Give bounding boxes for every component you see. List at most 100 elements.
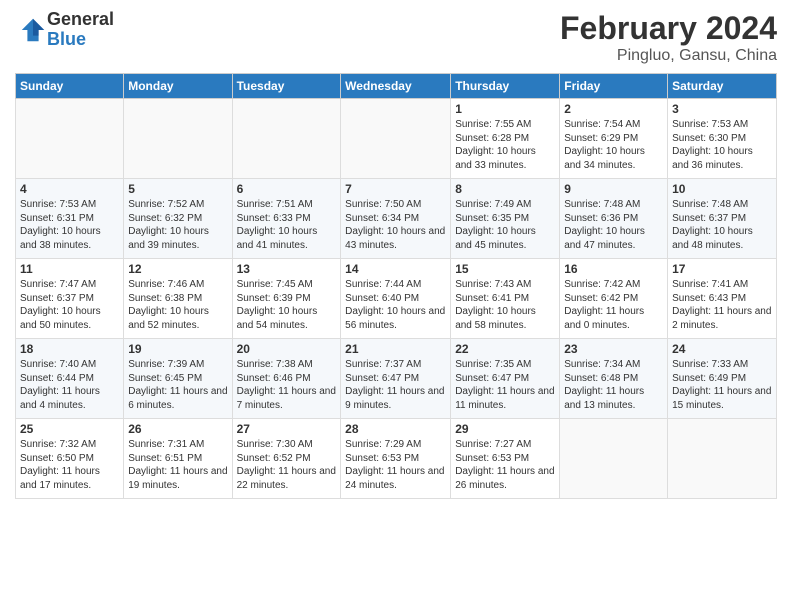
day-number: 28 [345,422,446,436]
header-wednesday: Wednesday [341,74,451,99]
table-row: 27Sunrise: 7:30 AM Sunset: 6:52 PM Dayli… [232,419,341,499]
day-info: Sunrise: 7:46 AM Sunset: 6:38 PM Dayligh… [128,278,227,332]
table-row: 11 Sunrise: 7:47 AM Sunset: 6:37 PM Dayli… [16,259,124,339]
day-number: 13 [237,262,337,276]
day-number: 21 [345,342,446,356]
sub-title: Pingluo, Gansu, China [560,47,777,65]
table-row: 1Sunrise: 7:55 AM Sunset: 6:28 PM Daylig… [451,99,560,179]
table-row: 21 Sunrise: 7:37 AM Sunset: 6:47 PM Dayli… [341,339,451,419]
table-row: 13 Sunrise: 7:45 AM Sunset: 6:39 PM Dayli… [232,259,341,339]
day-info: Sunrise: 7:51 AM Sunset: 6:33 PM Dayligh… [237,198,337,252]
calendar-week-row: 18 Sunrise: 7:40 AM Sunset: 6:44 PM Dayli… [16,339,777,419]
table-row: 22 Sunrise: 7:35 AM Sunset: 6:47 PM Dayli… [451,339,560,419]
day-info: Sunrise: 7:38 AM Sunset: 6:46 PM Dayligh… [237,358,337,412]
day-info: Sunrise: 7:45 AM Sunset: 6:39 PM Dayligh… [237,278,337,332]
table-row [560,419,668,499]
day-number: 20 [237,342,337,356]
table-row: 14Sunrise: 7:44 AM Sunset: 6:40 PM Dayli… [341,259,451,339]
day-number: 9 [564,182,663,196]
day-number: 6 [237,182,337,196]
calendar-week-row: 1Sunrise: 7:55 AM Sunset: 6:28 PM Daylig… [16,99,777,179]
day-info: Sunrise: 7:27 AM Sunset: 6:53 PM Dayligh… [455,438,555,492]
day-number: 1 [455,102,555,116]
day-number: 23 [564,342,663,356]
day-info: Sunrise: 7:34 AM Sunset: 6:48 PM Dayligh… [564,358,663,412]
day-info: Sunrise: 7:41 AM Sunset: 6:43 PM Dayligh… [672,278,772,332]
logo-text: General Blue [47,10,114,50]
logo: General Blue [15,10,114,50]
table-row [124,99,232,179]
logo-icon [19,16,47,44]
table-row: 8 Sunrise: 7:49 AM Sunset: 6:35 PM Daylig… [451,179,560,259]
table-row [232,99,341,179]
day-number: 7 [345,182,446,196]
day-info: Sunrise: 7:47 AM Sunset: 6:37 PM Dayligh… [20,278,119,332]
table-row: 25Sunrise: 7:32 AM Sunset: 6:50 PM Dayli… [16,419,124,499]
table-row: 7 Sunrise: 7:50 AM Sunset: 6:34 PM Daylig… [341,179,451,259]
day-number: 18 [20,342,119,356]
header-saturday: Saturday [668,74,777,99]
day-number: 12 [128,262,227,276]
logo-blue: Blue [47,30,114,50]
day-number: 14 [345,262,446,276]
day-info: Sunrise: 7:48 AM Sunset: 6:36 PM Dayligh… [564,198,663,252]
table-row: 20 Sunrise: 7:38 AM Sunset: 6:46 PM Dayli… [232,339,341,419]
header-sunday: Sunday [16,74,124,99]
day-info: Sunrise: 7:32 AM Sunset: 6:50 PM Dayligh… [20,438,119,492]
day-info: Sunrise: 7:54 AM Sunset: 6:29 PM Dayligh… [564,118,663,172]
day-info: Sunrise: 7:53 AM Sunset: 6:31 PM Dayligh… [20,198,119,252]
day-info: Sunrise: 7:48 AM Sunset: 6:37 PM Dayligh… [672,198,772,252]
day-info: Sunrise: 7:40 AM Sunset: 6:44 PM Dayligh… [20,358,119,412]
table-row: 29 Sunrise: 7:27 AM Sunset: 6:53 PM Dayli… [451,419,560,499]
day-info: Sunrise: 7:43 AM Sunset: 6:41 PM Dayligh… [455,278,555,332]
day-info: Sunrise: 7:50 AM Sunset: 6:34 PM Dayligh… [345,198,446,252]
day-number: 29 [455,422,555,436]
day-number: 8 [455,182,555,196]
header-monday: Monday [124,74,232,99]
day-number: 10 [672,182,772,196]
table-row: 17 Sunrise: 7:41 AM Sunset: 6:43 PM Dayli… [668,259,777,339]
header: General Blue February 2024 Pingluo, Gans… [15,10,777,65]
day-info: Sunrise: 7:35 AM Sunset: 6:47 PM Dayligh… [455,358,555,412]
logo-general: General [47,10,114,30]
day-number: 17 [672,262,772,276]
table-row: 24Sunrise: 7:33 AM Sunset: 6:49 PM Dayli… [668,339,777,419]
day-number: 4 [20,182,119,196]
table-row: 6 Sunrise: 7:51 AM Sunset: 6:33 PM Daylig… [232,179,341,259]
day-info: Sunrise: 7:29 AM Sunset: 6:53 PM Dayligh… [345,438,446,492]
day-info: Sunrise: 7:42 AM Sunset: 6:42 PM Dayligh… [564,278,663,332]
day-number: 26 [128,422,227,436]
calendar-week-row: 25Sunrise: 7:32 AM Sunset: 6:50 PM Dayli… [16,419,777,499]
table-row: 26 Sunrise: 7:31 AM Sunset: 6:51 PM Dayli… [124,419,232,499]
day-info: Sunrise: 7:49 AM Sunset: 6:35 PM Dayligh… [455,198,555,252]
table-row: 18 Sunrise: 7:40 AM Sunset: 6:44 PM Dayli… [16,339,124,419]
calendar-week-row: 11 Sunrise: 7:47 AM Sunset: 6:37 PM Dayli… [16,259,777,339]
table-row: 2Sunrise: 7:54 AM Sunset: 6:29 PM Daylig… [560,99,668,179]
calendar-week-row: 4 Sunrise: 7:53 AM Sunset: 6:31 PM Daylig… [16,179,777,259]
day-info: Sunrise: 7:52 AM Sunset: 6:32 PM Dayligh… [128,198,227,252]
day-number: 11 [20,262,119,276]
table-row: 12 Sunrise: 7:46 AM Sunset: 6:38 PM Dayli… [124,259,232,339]
title-block: February 2024 Pingluo, Gansu, China [560,10,777,65]
table-row: 9 Sunrise: 7:48 AM Sunset: 6:36 PM Daylig… [560,179,668,259]
day-number: 16 [564,262,663,276]
calendar-table: Sunday Monday Tuesday Wednesday Thursday… [15,73,777,499]
day-info: Sunrise: 7:33 AM Sunset: 6:49 PM Dayligh… [672,358,772,412]
header-friday: Friday [560,74,668,99]
table-row [341,99,451,179]
page-container: General Blue February 2024 Pingluo, Gans… [0,0,792,612]
table-row [16,99,124,179]
day-number: 22 [455,342,555,356]
table-row: 19Sunrise: 7:39 AM Sunset: 6:45 PM Dayli… [124,339,232,419]
table-row: 23 Sunrise: 7:34 AM Sunset: 6:48 PM Dayli… [560,339,668,419]
day-info: Sunrise: 7:30 AM Sunset: 6:52 PM Dayligh… [237,438,337,492]
day-info: Sunrise: 7:31 AM Sunset: 6:51 PM Dayligh… [128,438,227,492]
calendar-header-row: Sunday Monday Tuesday Wednesday Thursday… [16,74,777,99]
table-row: 5Sunrise: 7:52 AM Sunset: 6:32 PM Daylig… [124,179,232,259]
day-info: Sunrise: 7:53 AM Sunset: 6:30 PM Dayligh… [672,118,772,172]
day-info: Sunrise: 7:37 AM Sunset: 6:47 PM Dayligh… [345,358,446,412]
table-row: 16 Sunrise: 7:42 AM Sunset: 6:42 PM Dayli… [560,259,668,339]
day-number: 3 [672,102,772,116]
table-row: 28 Sunrise: 7:29 AM Sunset: 6:53 PM Dayli… [341,419,451,499]
day-number: 15 [455,262,555,276]
